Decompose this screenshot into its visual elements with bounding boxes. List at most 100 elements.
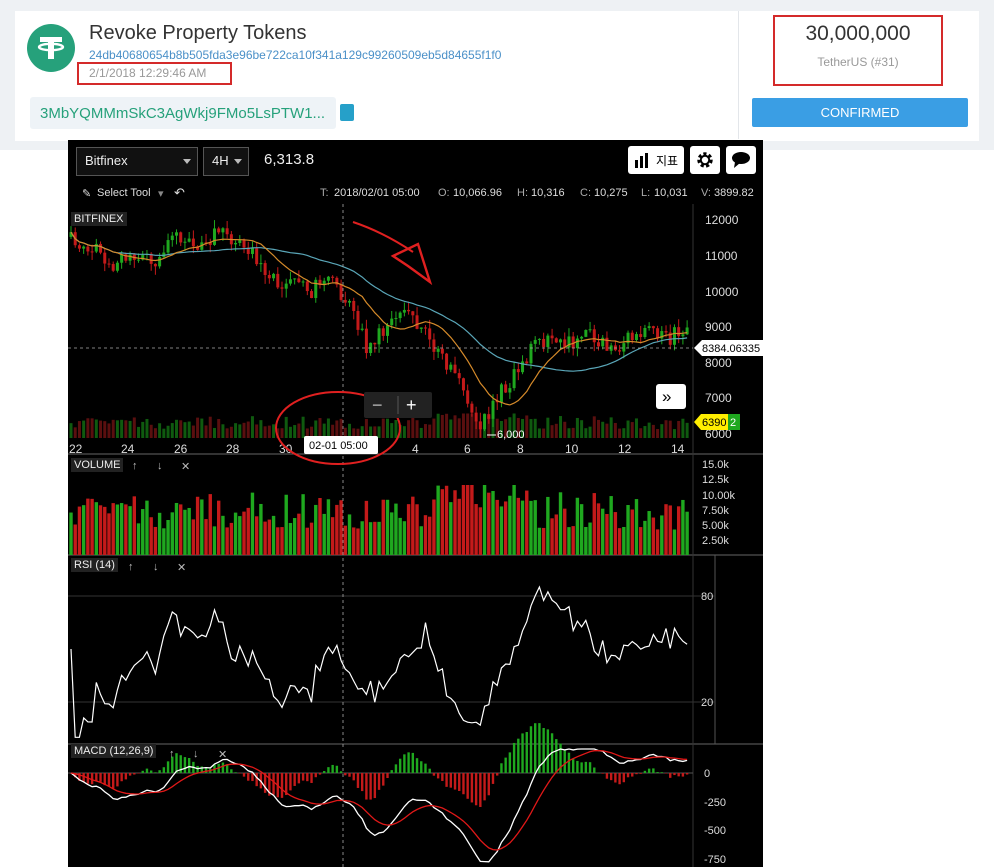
volume-overlay-bar	[200, 418, 204, 438]
volume-overlay-bar	[588, 426, 592, 438]
volume-overlay-bar	[149, 424, 153, 438]
macd-histogram-bar	[424, 763, 427, 773]
transaction-hash-link[interactable]: 24db40680654b8b505fda3e96be722ca10f341a1…	[89, 48, 501, 62]
macd-histogram-bar	[221, 762, 225, 773]
volume-bar	[381, 499, 385, 555]
undo-icon[interactable]: ↶	[174, 185, 185, 201]
volume-overlay-bar	[656, 429, 660, 438]
volume-bar	[550, 518, 554, 555]
volume-bar	[449, 502, 453, 555]
macd-histogram-bar	[479, 773, 482, 807]
volume-bar	[73, 524, 77, 555]
zoom-in-button[interactable]: +	[406, 395, 417, 415]
candle	[483, 414, 487, 430]
macd-histogram-bar	[546, 729, 550, 773]
candle	[137, 259, 141, 261]
chevron-down-icon[interactable]: ▾	[158, 187, 164, 200]
volume-bar	[575, 497, 580, 555]
macd-histogram-bar	[242, 773, 246, 777]
macd-histogram-bar	[597, 772, 600, 774]
volume-bar	[415, 504, 419, 555]
volume-overlay-bar	[592, 416, 596, 438]
price-chart-widget[interactable]: Bitfinex 4H 6,313.8 지표 ✎ Select Tool ▾ ↶…	[68, 140, 763, 867]
volume-bar	[288, 523, 293, 555]
volume-bar	[263, 521, 267, 555]
volume-bar	[217, 500, 221, 555]
chart-canvas[interactable]: 12000 11000 10000 9000 8000 7000 6000 83…	[68, 204, 763, 867]
macd-histogram-bar	[373, 773, 377, 799]
volume-overlay-bar	[660, 424, 664, 438]
volume-overlay-bar	[411, 417, 415, 438]
macd-histogram-bar	[584, 761, 588, 773]
pencil-icon[interactable]: ✎	[82, 187, 91, 200]
volume-bar	[368, 522, 373, 555]
macd-histogram-bar	[542, 727, 545, 773]
volume-bar	[423, 515, 428, 555]
select-tool[interactable]: Select Tool	[97, 187, 151, 199]
volume-bar	[655, 529, 660, 555]
volume-bar	[516, 497, 521, 555]
ohlc-l-label: L:	[641, 187, 651, 199]
move-up-icon[interactable]: ↑	[128, 561, 134, 573]
volume-overlay-bar	[402, 426, 406, 438]
volume-axis-label: 12.5k	[702, 474, 729, 486]
volume-overlay-bar	[609, 417, 613, 438]
move-down-icon[interactable]: ↓	[193, 748, 199, 760]
volume-bar	[465, 485, 470, 555]
time-axis-label: 6	[464, 442, 471, 456]
volume-bar	[284, 494, 288, 555]
macd-histogram-bar	[112, 773, 115, 789]
move-down-icon[interactable]: ↓	[157, 460, 163, 472]
candle	[381, 328, 385, 336]
candle	[592, 329, 596, 343]
macd-histogram-bar	[166, 761, 170, 773]
exchange-select[interactable]: Bitfinex	[76, 147, 198, 176]
macd-histogram-bar	[453, 773, 457, 790]
zoom-out-button[interactable]: −	[372, 395, 383, 415]
address-link[interactable]: 3MbYQMMmSkC3AgWkj9FMo5LsPTW1...	[40, 105, 325, 122]
ohlc-o-label: O:	[438, 187, 450, 199]
close-icon[interactable]: ✕	[218, 748, 227, 761]
macd-histogram-bar	[348, 773, 351, 777]
volume-bar	[360, 521, 364, 555]
copy-icon[interactable]	[340, 104, 354, 121]
move-down-icon[interactable]: ↓	[153, 561, 159, 573]
macd-histogram-bar	[318, 773, 322, 775]
candle	[225, 228, 229, 235]
card-divider	[738, 11, 739, 139]
macd-histogram-bar	[576, 760, 579, 773]
indicators-button[interactable]: 지표	[628, 146, 684, 174]
candle	[580, 336, 584, 339]
macd-histogram-bar	[631, 773, 634, 777]
volume-overlay-bar	[238, 424, 242, 438]
volume-bar	[428, 516, 432, 555]
candle	[588, 329, 592, 331]
settings-button[interactable]	[690, 146, 720, 174]
chat-button[interactable]	[726, 146, 756, 174]
candle	[115, 262, 119, 271]
macd-histogram-bar	[310, 773, 313, 783]
volume-bar	[254, 516, 259, 555]
interval-select[interactable]: 4H	[203, 147, 249, 176]
macd-histogram-bar	[398, 758, 402, 773]
time-axis-label: 4	[412, 442, 419, 456]
volume-bar	[508, 495, 512, 555]
volume-bar	[250, 492, 255, 555]
move-up-icon[interactable]: ↑	[169, 748, 175, 760]
volume-overlay-bar	[554, 423, 558, 438]
macd-histogram-bar	[306, 773, 309, 782]
ohlc-t-label: T:	[320, 187, 329, 199]
close-icon[interactable]: ✕	[181, 460, 190, 473]
macd-histogram-bar	[508, 752, 512, 773]
address-field[interactable]: 3MbYQMMmSkC3AgWkj9FMo5LsPTW1...	[30, 97, 336, 129]
last-price: 6,313.8	[264, 151, 315, 168]
volume-bar	[525, 490, 529, 555]
candle	[546, 335, 550, 348]
chart-toolbar: Bitfinex 4H 6,313.8 지표	[68, 140, 763, 180]
volume-bar	[639, 527, 643, 555]
close-icon[interactable]: ✕	[177, 561, 186, 574]
candle	[212, 228, 216, 245]
status-badge[interactable]: CONFIRMED	[752, 98, 968, 127]
volume-bar	[103, 506, 107, 555]
move-up-icon[interactable]: ↑	[132, 460, 138, 472]
